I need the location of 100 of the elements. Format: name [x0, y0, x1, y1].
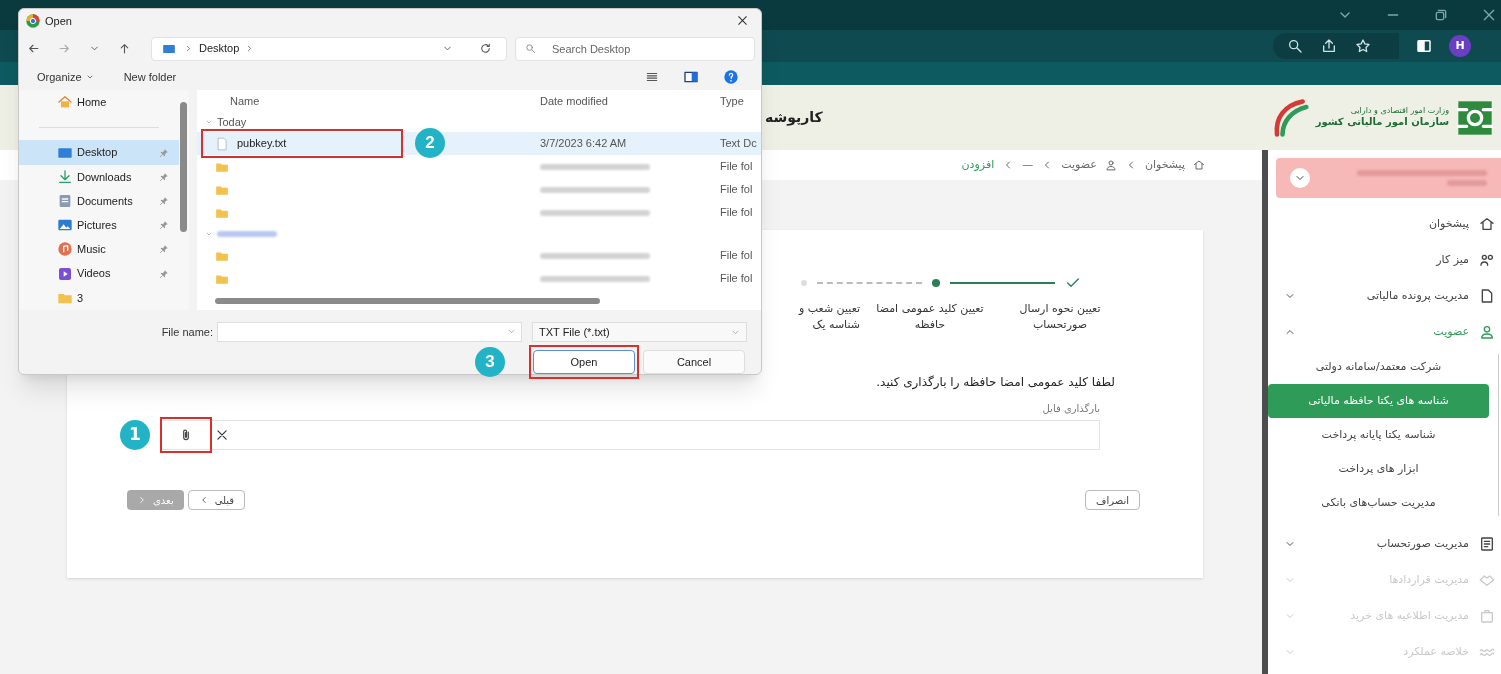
breadcrumb-link[interactable]: —	[1022, 156, 1034, 174]
file-row[interactable]: File fol	[197, 178, 761, 201]
cancel-button[interactable]: Cancel	[643, 350, 745, 374]
file-row[interactable]: File fol	[197, 201, 761, 224]
music-icon	[57, 241, 73, 258]
sidebar-item[interactable]: پیشخوان	[1268, 206, 1501, 242]
step-label: تعیین نحوه ارسال صورتحساب	[1018, 301, 1102, 333]
videos-icon	[57, 265, 73, 282]
app-logo-icon	[25, 12, 41, 29]
user-icon	[1479, 324, 1495, 340]
text-file-icon	[215, 136, 229, 151]
submenu-item[interactable]: شناسه یکتا پایانه پرداخت	[1268, 418, 1489, 452]
nav-item[interactable]: Desktop	[19, 140, 179, 165]
type-text: Text Dc	[720, 136, 758, 152]
open-button[interactable]: Open	[533, 350, 635, 374]
chevron-icon	[184, 44, 193, 53]
previous-button[interactable]: قبلی	[187, 490, 246, 510]
nav-item[interactable]: Documents	[19, 188, 179, 214]
submenu-item[interactable]: مدیریت حساب‌های بانکی	[1268, 486, 1489, 520]
home-icon	[1193, 159, 1205, 171]
close-icon[interactable]	[1481, 7, 1497, 23]
submenu-item[interactable]: شرکت معتمد/سامانه دولتی	[1268, 350, 1489, 384]
type-text: File fol	[720, 271, 754, 287]
type-text: File fol	[720, 159, 754, 175]
user-icon	[1104, 159, 1117, 171]
step-label: تعیین شعب و شناسه یک	[797, 301, 860, 333]
type-text: File fol	[720, 205, 754, 221]
pin-icon	[159, 196, 169, 206]
document-icon	[1479, 288, 1495, 304]
file-name: pubkey.txt	[237, 136, 287, 152]
column-header[interactable]: Name	[197, 92, 540, 110]
highlight-frame	[160, 417, 212, 453]
documents-icon	[57, 193, 73, 209]
help-icon[interactable]	[723, 69, 739, 86]
close-icon[interactable]	[736, 14, 749, 28]
file-upload-field[interactable]	[160, 420, 1100, 450]
sidebar-item[interactable]: میز کار	[1268, 242, 1501, 278]
search-icon	[525, 42, 536, 54]
breadcrumb-link[interactable]: پیشخوان	[1144, 156, 1185, 174]
nav-item[interactable]: Downloads	[19, 164, 179, 189]
file-row[interactable]: File fol	[197, 244, 761, 267]
sidebar-item[interactable]: مدیریت پرونده مالیاتی	[1268, 278, 1501, 314]
search-field[interactable]: Search Desktop	[515, 36, 755, 61]
logo-text: سازمان امور مالیاتی کشور	[1315, 116, 1449, 129]
path-segment[interactable]: Desktop	[199, 40, 240, 57]
pin-icon	[159, 171, 169, 182]
field-label: بارگذاری فایل	[1041, 402, 1101, 416]
chevron-icon	[137, 495, 147, 505]
sidebar-item[interactable]: مدیریت صورتحساب	[1268, 526, 1501, 562]
file-row[interactable]: File fol	[197, 267, 761, 290]
instruction-text: لطفا کلید عمومی امضا حافظه را بارگذاری کنید.	[875, 374, 1116, 391]
scrollbar-thumb[interactable]	[180, 102, 187, 232]
nav-item[interactable]: Home	[19, 90, 179, 115]
group-header[interactable]: Today	[217, 113, 247, 131]
sidebar-item[interactable]: عضویت	[1268, 314, 1501, 350]
side-panel-icon[interactable]	[1415, 37, 1433, 55]
pin-icon	[159, 244, 169, 255]
profile-avatar[interactable]: H	[1449, 35, 1471, 57]
file-type-dropdown[interactable]: TXT File (*.txt)	[532, 322, 747, 342]
download-icon	[57, 168, 73, 185]
star-icon[interactable]	[1355, 38, 1371, 54]
diamond-icon	[1479, 572, 1495, 588]
submenu-item[interactable]: ابزار های پرداخت	[1268, 452, 1489, 486]
up-arrow-icon[interactable]	[118, 42, 131, 55]
nav-item[interactable]: Videos	[19, 261, 179, 286]
breadcrumb-link[interactable]: عضویت	[1061, 156, 1097, 174]
address-bar[interactable]: Desktop	[151, 36, 507, 61]
nav-item[interactable]: 3	[19, 285, 179, 311]
cancel-button[interactable]: انصراف	[1085, 490, 1140, 510]
clear-icon[interactable]	[215, 428, 229, 442]
step-number-badge: 3	[475, 347, 505, 377]
chevron-icon	[507, 327, 516, 336]
field-label: File name:	[160, 324, 214, 340]
organize-button[interactable]: Organize	[37, 68, 94, 86]
dialog-title: Open	[45, 13, 73, 29]
type-text: File fol	[720, 248, 754, 264]
bag-icon	[1479, 608, 1495, 624]
step-number-badge: 1	[120, 420, 150, 450]
restore-icon[interactable]	[1433, 7, 1449, 23]
nav-item[interactable]: Pictures	[19, 213, 179, 238]
pin-icon	[159, 268, 169, 279]
nav-item[interactable]: Music	[19, 237, 179, 262]
file-row[interactable]: File fol	[197, 155, 761, 178]
collapse-icon	[205, 118, 213, 126]
step-number-badge: 2	[415, 128, 445, 158]
horizontal-scrollbar-thumb[interactable]	[215, 298, 600, 304]
refresh-icon[interactable]	[479, 42, 492, 55]
pin-icon	[159, 220, 169, 231]
date-text: 3/7/2023 6:42 AM	[540, 136, 627, 152]
new-folder-button[interactable]: New folder	[123, 68, 177, 86]
back-icon[interactable]	[27, 42, 40, 55]
type-text: File fol	[720, 182, 754, 198]
collapse-icon	[205, 230, 213, 238]
file-name-field[interactable]	[217, 322, 522, 342]
column-header[interactable]: Type	[720, 92, 761, 110]
submenu-item[interactable]: شناسه های یکتا حافظه مالیاتی	[1268, 384, 1489, 418]
pin-icon	[159, 147, 169, 158]
search-icon[interactable]	[1287, 38, 1303, 54]
column-header[interactable]: Date modified	[540, 92, 720, 110]
share-icon[interactable]	[1321, 38, 1337, 54]
